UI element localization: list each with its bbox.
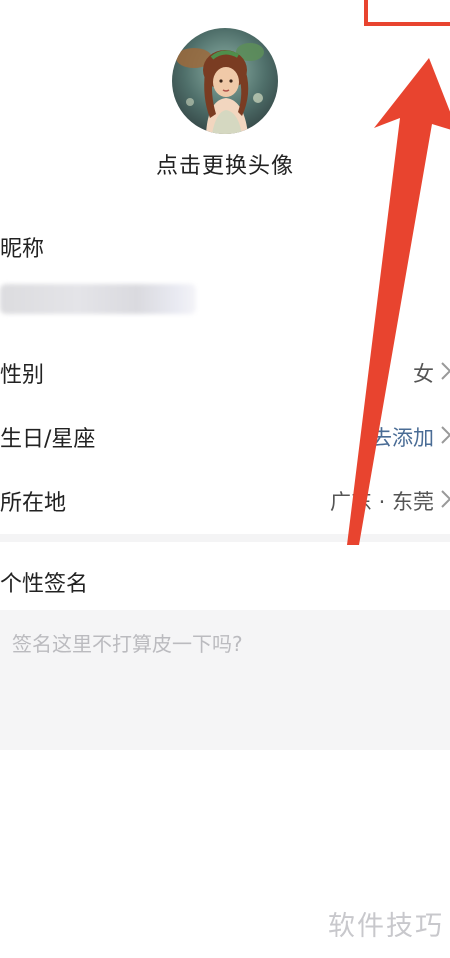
location-value: 广东 · 东莞 (329, 490, 434, 514)
profile-edit-screen: 点击更换头像 昵称 性别 女 生日/星座 去添加 所在地 广东 · 东莞 个性签… (0, 0, 450, 958)
chevron-right-icon (441, 362, 450, 380)
chevron-right-icon (441, 490, 450, 508)
birthday-add-link[interactable]: 去添加 (371, 422, 434, 452)
gender-row[interactable]: 性别 女 (0, 348, 450, 394)
location-label: 所在地 (0, 491, 67, 516)
location-row[interactable]: 所在地 广东 · 东莞 (0, 476, 450, 522)
section-divider (0, 534, 450, 542)
watermark: 软件技巧 (328, 911, 444, 942)
gender-value: 女 (413, 362, 434, 386)
nickname-label: 昵称 (0, 237, 45, 262)
avatar[interactable] (172, 28, 278, 134)
signature-label: 个性签名 (0, 572, 89, 597)
signature-placeholder: 签名这里不打算皮一下吗? (12, 632, 243, 656)
avatar-image (172, 28, 278, 134)
birthday-label: 生日/星座 (0, 427, 96, 452)
birthday-row[interactable]: 生日/星座 去添加 (0, 412, 450, 458)
signature-input[interactable]: 签名这里不打算皮一下吗? (0, 610, 450, 750)
nickname-input[interactable] (0, 284, 196, 314)
chevron-right-icon (441, 426, 450, 444)
highlight-box-annotation (364, 0, 450, 26)
gender-label: 性别 (0, 363, 45, 388)
change-avatar-link[interactable]: 点击更换头像 (0, 148, 450, 180)
